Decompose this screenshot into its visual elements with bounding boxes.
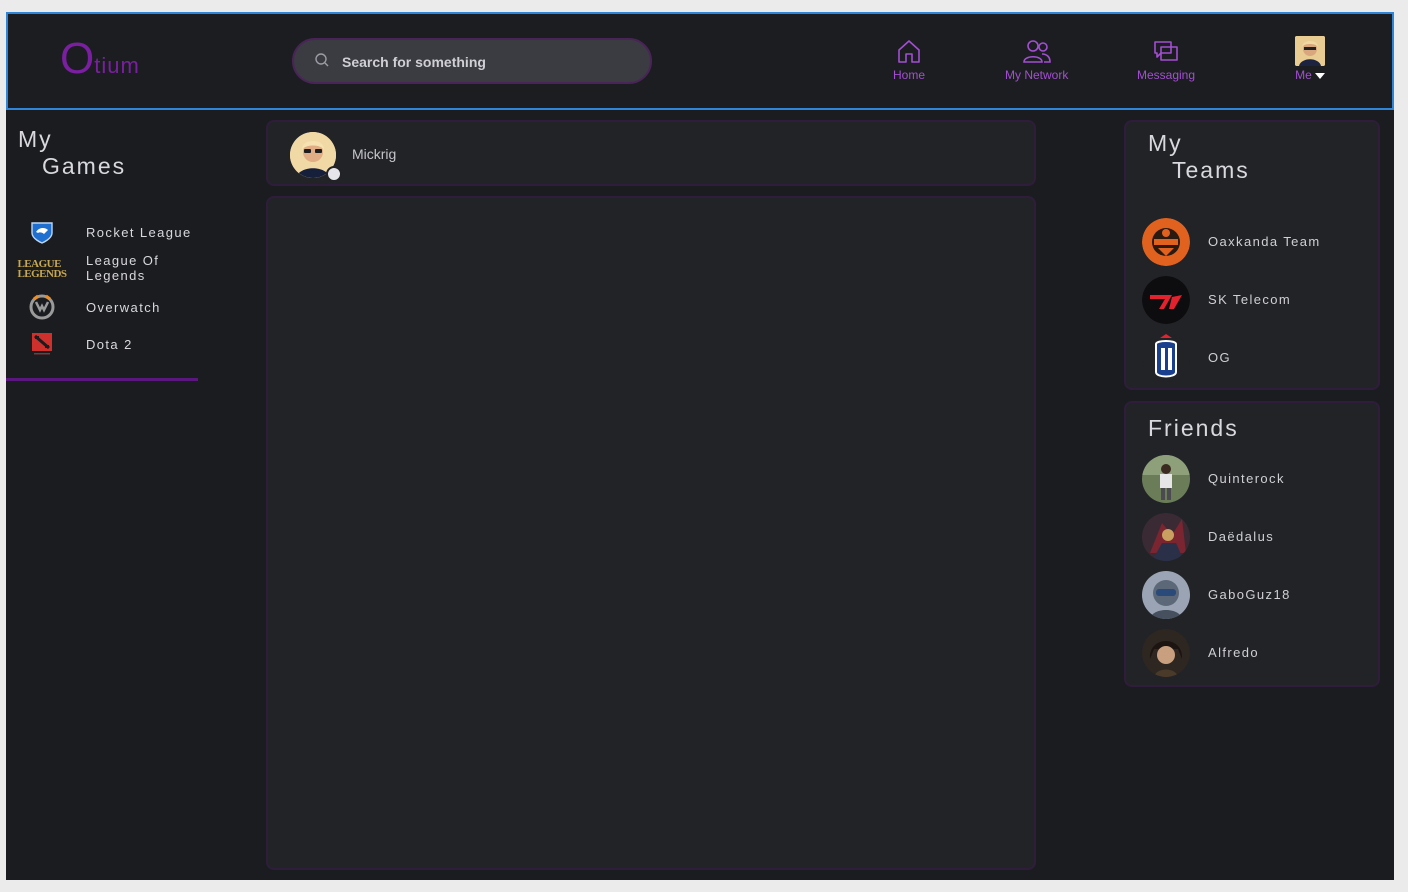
game-label: League Of Legends: [86, 253, 160, 283]
sk-telecom-logo-icon: [1142, 276, 1190, 324]
game-item-rocket-league[interactable]: Rocket League: [14, 215, 214, 249]
team-item-sk-telecom[interactable]: SK Telecom: [1142, 276, 1372, 326]
nav-messaging[interactable]: Messaging: [1137, 38, 1195, 82]
team-name: OG: [1208, 350, 1232, 365]
friend-avatar: [1142, 629, 1190, 677]
nav-my-network[interactable]: My Network: [1005, 38, 1068, 82]
friend-item-alfredo[interactable]: Alfredo: [1142, 629, 1372, 679]
chevron-down-icon: [1314, 72, 1325, 79]
friend-item-daedalus[interactable]: Daëdalus: [1142, 513, 1372, 563]
game-label: Rocket League: [86, 225, 192, 240]
game-item-dota-2[interactable]: Dota 2: [14, 327, 214, 361]
nav-me-menu[interactable]: Me: [1295, 36, 1325, 82]
nav-me-label: Me: [1295, 68, 1312, 82]
nav-home[interactable]: Home: [893, 38, 925, 82]
search-icon: [314, 52, 330, 73]
rocket-league-icon: [14, 215, 70, 249]
games-divider: [6, 378, 198, 381]
og-team-logo-icon: [1142, 334, 1190, 382]
friends-panel: Friends Quinterock Daëdalus GaboGuz18 Al…: [1124, 401, 1380, 687]
user-name: Mickrig: [352, 146, 397, 162]
teams-title-line1: My: [1148, 130, 1183, 156]
game-label: Overwatch: [86, 300, 161, 315]
teams-section-title: My Teams: [1148, 130, 1250, 184]
messaging-icon: [1137, 38, 1195, 64]
friend-name: Alfredo: [1208, 645, 1259, 660]
oaxkanda-team-logo-icon: [1142, 218, 1190, 266]
game-item-overwatch[interactable]: Overwatch: [14, 290, 214, 324]
friend-item-quinterock[interactable]: Quinterock: [1142, 455, 1372, 505]
home-icon: [893, 38, 925, 64]
logo-letter: O: [60, 34, 95, 83]
game-label: Dota 2: [86, 337, 133, 352]
logo-text: tium: [94, 53, 140, 78]
friend-avatar: [1142, 571, 1190, 619]
nav-messaging-label: Messaging: [1137, 68, 1196, 82]
games-title-line1: My: [18, 126, 53, 152]
friends-section-title: Friends: [1148, 415, 1239, 441]
me-avatar: [1295, 36, 1325, 66]
nav-home-label: Home: [893, 68, 926, 82]
games-title-line2: Games: [42, 153, 127, 179]
friend-avatar: [1142, 455, 1190, 503]
nav-me-label-wrap: Me: [1295, 68, 1325, 82]
online-status-badge: [326, 166, 342, 182]
league-of-legends-icon-text: LEAGUE LEGENDS: [17, 258, 67, 280]
search-bar: [292, 38, 652, 84]
current-user-card[interactable]: Mickrig: [266, 120, 1036, 186]
friend-name: GaboGuz18: [1208, 587, 1291, 602]
teams-panel: My Teams Oaxkanda Team SK Telecom OG: [1124, 120, 1380, 390]
team-name: Oaxkanda Team: [1208, 234, 1321, 249]
network-icon: [1005, 38, 1068, 64]
friend-avatar: [1142, 513, 1190, 561]
teams-title-line2: Teams: [1172, 157, 1250, 183]
app-logo[interactable]: Otium: [60, 34, 140, 84]
games-section-title: My Games: [18, 126, 126, 180]
dota-2-icon: [14, 327, 70, 361]
search-input[interactable]: [340, 51, 634, 73]
top-navbar: Otium Home My Network Messaging: [6, 12, 1394, 110]
league-of-legends-icon: LEAGUE LEGENDS: [14, 252, 70, 286]
friend-name: Quinterock: [1208, 471, 1285, 486]
friend-item-gaboguz18[interactable]: GaboGuz18: [1142, 571, 1372, 621]
overwatch-icon: [14, 290, 70, 324]
game-item-league-of-legends[interactable]: LEAGUE LEGENDS League Of Legends: [14, 252, 214, 286]
nav-network-label: My Network: [1005, 68, 1069, 82]
friend-name: Daëdalus: [1208, 529, 1275, 544]
team-name: SK Telecom: [1208, 292, 1292, 307]
team-item-og[interactable]: OG: [1142, 334, 1372, 384]
feed-panel: [266, 196, 1036, 870]
team-item-oaxkanda[interactable]: Oaxkanda Team: [1142, 218, 1372, 268]
app-frame: Otium Home My Network Messaging: [6, 12, 1394, 880]
